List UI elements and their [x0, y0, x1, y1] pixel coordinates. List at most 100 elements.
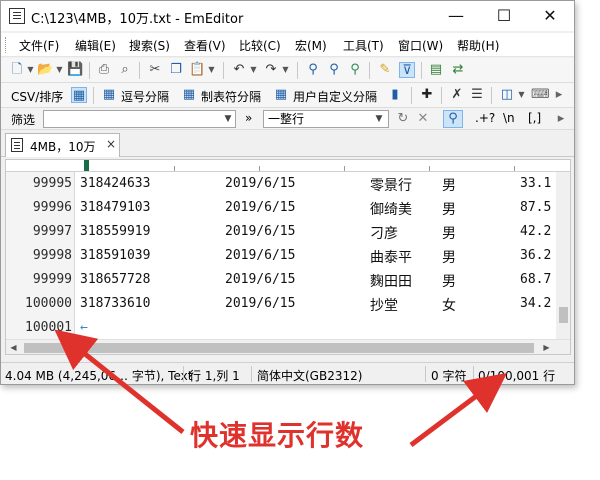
- line-number: 100001: [25, 320, 72, 335]
- standard-toolbar: 🗋 ▼ 📂 ▼ 💾 ⎙ ⌕ ✂ ❐ 📋 ▼ ↶ ▼ ↷ ▼ ⚲ ⚲ ⚲ ✎ ⊽ …: [1, 58, 574, 83]
- paste-dropdown-icon[interactable]: ▼: [207, 62, 216, 78]
- user-defined-grid-icon: ▦: [274, 87, 288, 102]
- ruler-tick: [259, 166, 260, 171]
- line-number: 99999: [32, 272, 72, 287]
- vertical-scroll-thumb[interactable]: [559, 307, 568, 323]
- filter-overflow-icon[interactable]: ▸: [553, 111, 569, 127]
- arrow-to-status-lines: [409, 373, 507, 447]
- layout-icon[interactable]: ◫: [499, 87, 515, 103]
- csv-grid-icon: ▦: [102, 87, 116, 102]
- toolbar-overflow-icon[interactable]: ▸: [551, 87, 567, 103]
- cell-value: 36.2: [520, 248, 552, 263]
- filter-input[interactable]: [43, 110, 236, 128]
- redo-dropdown-icon[interactable]: ▼: [281, 62, 290, 78]
- refresh-icon[interactable]: ↻: [395, 111, 411, 127]
- toolbar-separator: [369, 62, 370, 79]
- keyboard-icon[interactable]: ⌨: [531, 87, 550, 103]
- normal-mode-icon[interactable]: ▦: [71, 87, 87, 103]
- paste-icon[interactable]: 📋: [189, 62, 205, 78]
- user-defined-separated-button[interactable]: 用户自定义分隔: [293, 88, 377, 105]
- window-title: C:\123\4MB，10万.txt - EmEditor: [31, 12, 244, 27]
- open-folder-icon[interactable]: 📂: [37, 62, 53, 78]
- tab-close-icon[interactable]: ×: [106, 137, 116, 151]
- tab-separated-button[interactable]: 制表符分隔: [201, 88, 261, 105]
- scroll-right-icon[interactable]: ▶: [539, 340, 554, 354]
- find-previous-icon[interactable]: ⚲: [347, 62, 363, 78]
- column-icon[interactable]: ▮: [387, 87, 403, 103]
- tab-4mb[interactable]: 4MB，10万 ×: [5, 133, 120, 157]
- open-dropdown-icon[interactable]: ▼: [55, 62, 64, 78]
- redo-icon[interactable]: ↷: [263, 62, 279, 78]
- cell-name: 御绮美: [370, 202, 412, 218]
- mode-dropdown-icon[interactable]: ▼: [371, 110, 387, 128]
- line-number: 100000: [25, 296, 72, 311]
- cell-id: 318424633: [80, 176, 151, 191]
- cell-date: 2019/6/15: [225, 248, 296, 263]
- tools-icon[interactable]: ✗: [449, 87, 465, 103]
- scroll-left-icon[interactable]: ◀: [6, 340, 21, 354]
- find-icon[interactable]: ⚲: [305, 62, 321, 78]
- csv-sort-button[interactable]: CSV/排序: [11, 88, 63, 105]
- menu-tools[interactable]: 工具(T): [343, 37, 384, 54]
- text-editor[interactable]: 99995 99996 99997 99998 99999 100000 100…: [5, 159, 571, 355]
- status-encoding[interactable]: 简体中文(GB2312): [257, 367, 362, 384]
- split-window-icon[interactable]: ▤: [428, 62, 444, 78]
- tab-label: 4MB，10万: [30, 140, 96, 154]
- crosshair-icon[interactable]: ✚: [419, 87, 435, 103]
- layout-dropdown-icon[interactable]: ▼: [517, 87, 526, 103]
- menu-search[interactable]: 搜索(S): [129, 37, 170, 54]
- horizontal-scrollbar[interactable]: ◀ ▶: [6, 339, 570, 354]
- menu-compare[interactable]: 比较(C): [239, 37, 281, 54]
- cell-gender: 男: [442, 226, 456, 242]
- menu-bar: 文件(F) 编辑(E) 搜索(S) 查看(V) 比较(C) 宏(M) 工具(T)…: [1, 33, 574, 57]
- vertical-scrollbar[interactable]: [556, 172, 570, 339]
- maximize-button[interactable]: ☐: [481, 1, 527, 31]
- new-dropdown-icon[interactable]: ▼: [26, 62, 35, 78]
- new-file-icon[interactable]: 🗋: [9, 62, 25, 78]
- cell-date: 2019/6/15: [225, 224, 296, 239]
- find-next-icon[interactable]: ⚲: [326, 62, 342, 78]
- filter-chevron[interactable]: »: [245, 111, 252, 125]
- menu-file[interactable]: 文件(F): [19, 37, 59, 54]
- sync-scroll-icon[interactable]: ⇄: [450, 62, 466, 78]
- comma-separated-button[interactable]: 逗号分隔: [121, 88, 169, 105]
- search-icon[interactable]: ⚲: [443, 110, 463, 128]
- grip-icon: [5, 37, 8, 53]
- highlight-icon[interactable]: ✎: [377, 62, 393, 78]
- document-icon: [11, 138, 23, 152]
- cell-name: 零景行: [370, 178, 412, 194]
- menu-help[interactable]: 帮助(H): [457, 37, 499, 54]
- filter-dropdown-icon[interactable]: ▼: [220, 110, 236, 128]
- cell-value: 68.7: [520, 272, 552, 287]
- copy-icon[interactable]: ❐: [168, 62, 184, 78]
- escape-toggle[interactable]: \n: [503, 111, 515, 125]
- menu-macro[interactable]: 宏(M): [295, 37, 327, 54]
- list-icon[interactable]: ☰: [469, 87, 485, 103]
- menu-window[interactable]: 窗口(W): [398, 37, 443, 54]
- line-number-gutter: 99995 99996 99997 99998 99999 100000 100…: [6, 172, 75, 354]
- status-position[interactable]: 行 1,列 1: [189, 367, 240, 384]
- close-button[interactable]: ✕: [527, 1, 573, 31]
- toolbar-separator: [89, 62, 90, 79]
- print-preview-icon[interactable]: ⌕: [117, 62, 133, 78]
- minimize-button[interactable]: —: [433, 1, 479, 31]
- csv-toolbar: CSV/排序 ▦ ▦ 逗号分隔 ▦ 制表符分隔 ▦ 用户自定义分隔 ▮ ✚ ✗ …: [1, 83, 574, 108]
- save-icon[interactable]: 💾: [67, 62, 83, 78]
- menu-view[interactable]: 查看(V): [184, 37, 226, 54]
- cell-date: 2019/6/15: [225, 200, 296, 215]
- editor-window: C:\123\4MB，10万.txt - EmEditor — ☐ ✕ 文件(F…: [0, 0, 575, 385]
- regex-toggle[interactable]: .+?: [475, 111, 495, 125]
- clear-filter-icon[interactable]: ✕: [415, 111, 431, 127]
- cell-value: 87.5: [520, 200, 552, 215]
- brackets-toggle[interactable]: [,]: [528, 111, 541, 125]
- horizontal-scroll-thumb[interactable]: [24, 343, 534, 353]
- cell-date: 2019/6/15: [225, 296, 296, 311]
- undo-dropdown-icon[interactable]: ▼: [249, 62, 258, 78]
- cell-name: 抄堂: [370, 298, 398, 314]
- menu-edit[interactable]: 编辑(E): [75, 37, 116, 54]
- cut-icon[interactable]: ✂: [147, 62, 163, 78]
- line-number: 99997: [32, 224, 72, 239]
- undo-icon[interactable]: ↶: [231, 62, 247, 78]
- filter-toggle-icon[interactable]: ⊽: [399, 62, 415, 78]
- print-icon[interactable]: ⎙: [96, 62, 112, 78]
